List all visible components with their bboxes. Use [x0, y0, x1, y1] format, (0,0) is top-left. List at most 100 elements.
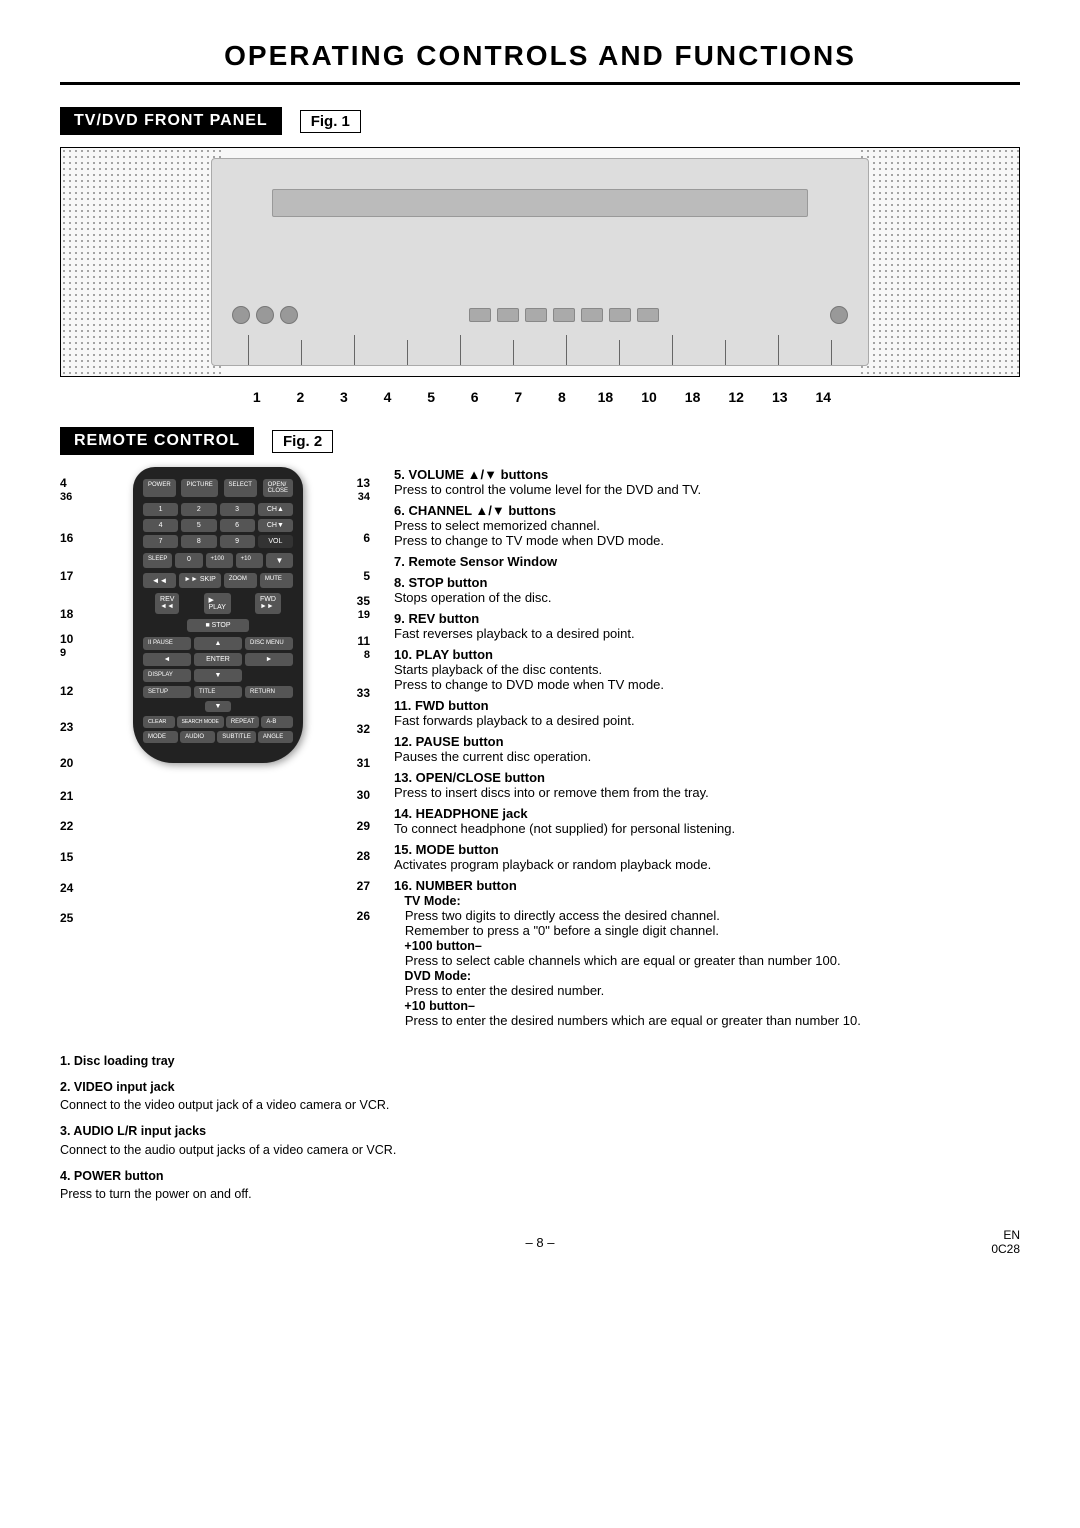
- left-labels-col: 436 16 17 18 109 12 23 20 21 22 15 24 25: [60, 477, 115, 933]
- desc-item-13: 13. OPEN/CLOSE button Press to insert di…: [394, 770, 1020, 800]
- nav-left-btn[interactable]: ◄: [143, 653, 191, 666]
- zoom-btn[interactable]: ZOOM: [224, 573, 257, 588]
- nav-up-btn[interactable]: ▲: [194, 637, 242, 650]
- ab-btn[interactable]: A-B: [261, 716, 293, 728]
- audio-btn[interactable]: AUDIO: [180, 731, 215, 743]
- connector-line-6: [513, 340, 514, 365]
- desc-body-11: Fast forwards playback to a desired poin…: [394, 713, 635, 728]
- left-label-21: 21: [60, 781, 115, 811]
- power-btn[interactable]: POWER: [143, 479, 176, 497]
- clear-btn[interactable]: CLEAR: [143, 716, 175, 728]
- desc-item-5: 5. VOLUME ▲/▼ buttons Press to control t…: [394, 467, 1020, 497]
- sleep-row: SLEEP 0 +100 +10 ▼: [143, 553, 293, 568]
- front-panel-diagram: [60, 147, 1020, 377]
- stop-btn[interactable]: ■ STOP: [187, 619, 248, 632]
- disc-menu-btn[interactable]: DISC MENU: [245, 637, 293, 650]
- connector-line-10: [725, 340, 726, 365]
- subtitle-btn[interactable]: SUBTITLE: [217, 731, 256, 743]
- pause-btn[interactable]: II PAUSE: [143, 637, 191, 650]
- desc-item-6: 6. CHANNEL ▲/▼ buttons Press to select m…: [394, 503, 1020, 548]
- connector-line-1: [248, 335, 249, 365]
- desc-sub-10: +10 button–: [394, 999, 475, 1013]
- device-circle-btn-3: [280, 306, 298, 324]
- right-label-28: 28: [357, 841, 370, 871]
- skip-back-btn[interactable]: ◄◄: [143, 573, 176, 588]
- desc-body-12: Pauses the current disc operation.: [394, 749, 591, 764]
- desc-body-6: Press to select memorized channel.Press …: [394, 518, 664, 548]
- plus10-btn[interactable]: +10: [236, 553, 263, 568]
- desc-item-12: 12. PAUSE button Pauses the current disc…: [394, 734, 1020, 764]
- return-btn[interactable]: RETURN: [245, 686, 293, 698]
- num-9-btn[interactable]: 9: [220, 535, 255, 548]
- nav-bottom-row: DISPLAY ▼: [143, 669, 293, 682]
- rev-btn[interactable]: REV◄◄: [155, 593, 179, 614]
- bottom-body-4: Press to turn the power on and off.: [60, 1187, 252, 1201]
- mute-btn[interactable]: MUTE: [260, 573, 293, 588]
- nav-right-btn[interactable]: ►: [245, 653, 293, 666]
- fp-num-7: 7: [496, 389, 540, 405]
- desc-title-11: 11. FWD button: [394, 698, 489, 713]
- angle-btn[interactable]: ANGLE: [258, 731, 293, 743]
- fp-num-13: 13: [758, 389, 802, 405]
- fp-num-10: 10: [627, 389, 671, 405]
- bottom-title-3: 3. AUDIO L/R input jacks: [60, 1124, 206, 1138]
- vol-down-btn[interactable]: ▼: [266, 553, 293, 568]
- bottom-desc-2: 2. VIDEO input jack Connect to the video…: [60, 1078, 525, 1114]
- stop-row: ■ STOP: [143, 619, 293, 632]
- right-label-30: 30: [357, 779, 370, 811]
- repeat-btn[interactable]: REPEAT: [226, 716, 260, 728]
- section2-header-bar: REMOTE CONTROL Fig. 2: [60, 427, 1020, 455]
- num-1-btn[interactable]: 1: [143, 503, 178, 516]
- fp-num-1: 1: [235, 389, 279, 405]
- num-7-btn[interactable]: 7: [143, 535, 178, 548]
- right-label-26: 26: [357, 901, 370, 931]
- center-device: [211, 158, 869, 366]
- right-label-33: 33: [357, 675, 370, 711]
- setup-btn[interactable]: SETUP: [143, 686, 191, 698]
- desc-title-13: 13. OPEN/CLOSE button: [394, 770, 545, 785]
- desc-item-10: 10. PLAY button Starts playback of the d…: [394, 647, 1020, 692]
- mode-btn[interactable]: MODE: [143, 731, 178, 743]
- plus100-btn[interactable]: +100: [206, 553, 233, 568]
- desc-body-100: Press to select cable channels which are…: [394, 953, 841, 968]
- num-3-btn[interactable]: 3: [220, 503, 255, 516]
- ch-up-btn[interactable]: CH▲: [258, 503, 293, 516]
- right-label-29: 29: [357, 811, 370, 841]
- searchmode-btn[interactable]: SEARCH MODE: [177, 716, 224, 728]
- connector-line-9: [672, 335, 673, 365]
- play-btn[interactable]: ▶PLAY: [204, 593, 231, 614]
- num-0-btn[interactable]: 0: [175, 553, 202, 568]
- fwd-btn[interactable]: FWD►►: [255, 593, 281, 614]
- ch-down-btn[interactable]: CH▼: [258, 519, 293, 532]
- open-close-btn[interactable]: OPEN/CLOSE: [263, 479, 293, 497]
- right-label-31: 31: [357, 747, 370, 779]
- page-number: – 8 –: [526, 1235, 555, 1250]
- bottom-title-2: 2. VIDEO input jack: [60, 1080, 175, 1094]
- picture-btn[interactable]: PICTURE: [181, 479, 217, 497]
- section1-fig: Fig. 1: [300, 110, 361, 133]
- skip-fwd-btn[interactable]: ►► SKIP: [179, 573, 221, 588]
- left-label-17: 17: [60, 557, 115, 595]
- vol-label: VOL: [258, 535, 293, 548]
- num-6-btn[interactable]: 6: [220, 519, 255, 532]
- desc-body-13: Press to insert discs into or remove the…: [394, 785, 709, 800]
- remote-top-row: POWER PICTURE SELECT OPEN/CLOSE: [143, 479, 293, 497]
- left-label-15: 15: [60, 841, 115, 873]
- select-btn[interactable]: SELECT: [224, 479, 257, 497]
- sleep-btn[interactable]: SLEEP: [143, 553, 172, 568]
- fp-num-2: 2: [279, 389, 323, 405]
- right-label-5: 5: [363, 557, 370, 595]
- remote-body-wrap: POWER PICTURE SELECT OPEN/CLOSE 1 2 3 CH…: [118, 467, 318, 763]
- num-2-btn[interactable]: 2: [181, 503, 216, 516]
- num-5-btn[interactable]: 5: [181, 519, 216, 532]
- nav-down-btn[interactable]: ▼: [194, 669, 242, 682]
- num-4-btn[interactable]: 4: [143, 519, 178, 532]
- extra-down-btn[interactable]: ▼: [205, 701, 232, 712]
- display-btn[interactable]: DISPLAY: [143, 669, 191, 682]
- device-headphone-jack: [830, 306, 848, 324]
- num-8-btn[interactable]: 8: [181, 535, 216, 548]
- clear-row: CLEAR SEARCH MODE REPEAT A-B: [143, 716, 293, 728]
- enter-btn[interactable]: ENTER: [194, 653, 242, 666]
- fp-num-12: 12: [714, 389, 758, 405]
- title-btn[interactable]: TITLE: [194, 686, 242, 698]
